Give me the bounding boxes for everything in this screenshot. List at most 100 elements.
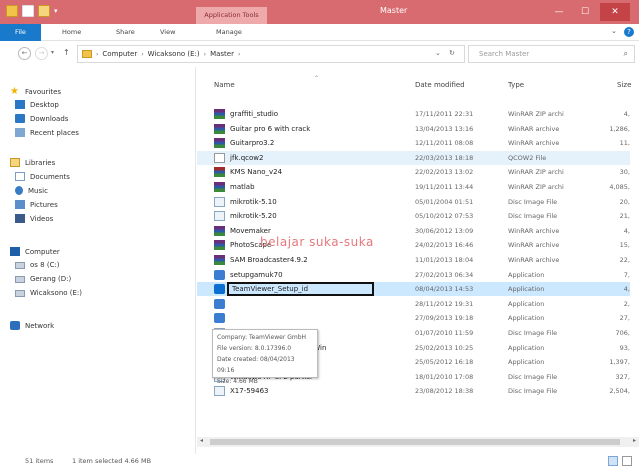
sidebar-item-drive-e[interactable]: Wicaksono (E:)	[15, 289, 82, 297]
tab-file[interactable]: File	[0, 24, 41, 41]
table-row[interactable]: matlab 19/11/2011 13:44 WinRAR ZIP archi 4,…	[197, 180, 630, 194]
iso-file-icon	[214, 211, 225, 222]
help-icon[interactable]: ?	[624, 27, 634, 37]
table-row[interactable]: mikrotik-5.10 05/01/2004 01:51 Disc Image …	[197, 195, 630, 209]
star-icon: ★	[10, 86, 19, 97]
file-size: 706,	[615, 329, 630, 337]
breadcrumb-separator-icon[interactable]: ›	[238, 51, 240, 58]
file-type: Application	[508, 285, 545, 294]
table-row[interactable]: setupgamuk70 27/02/2013 06:34 Application 7…	[197, 268, 630, 282]
maximize-button[interactable]: ☐	[574, 3, 596, 21]
breadcrumb-master[interactable]: Master	[210, 50, 234, 58]
refresh-icon[interactable]: ↻	[449, 49, 455, 57]
music-icon	[15, 186, 23, 195]
file-list: ⌃ Name Date modified Type Size graffiti_…	[197, 67, 639, 454]
breadcrumb-separator-icon[interactable]: ›	[141, 51, 143, 58]
file-date-modified: 25/02/2013 10:25	[415, 343, 474, 352]
file-date-modified: 08/04/2013 14:53	[415, 285, 474, 294]
expand-ribbon-chevron-icon[interactable]: ⌄	[611, 27, 617, 35]
tv-file-icon	[214, 284, 225, 295]
large-icons-view-icon[interactable]	[622, 456, 632, 466]
application-tools-tab-header: Application Tools	[196, 7, 267, 24]
details-view-icon[interactable]	[608, 456, 618, 466]
up-arrow-icon[interactable]: ↑	[63, 48, 70, 57]
tab-share[interactable]: Share	[116, 24, 135, 41]
tab-view[interactable]: View	[160, 24, 175, 41]
table-row[interactable]: 28/11/2012 19:31 Application 2,	[197, 297, 630, 311]
table-row[interactable]: Guitar pro 6 with crack 13/04/2013 13:16 W…	[197, 122, 630, 136]
file-name: Guitar pro 6 with crack	[230, 124, 311, 133]
sidebar-item-pictures[interactable]: Pictures	[15, 200, 58, 209]
breadcrumb-drive[interactable]: Wicaksono (E:)	[148, 50, 200, 58]
table-row[interactable]: jfk.qcow2 22/03/2013 18:18 QCOW2 File	[197, 150, 630, 165]
sidebar-item-favourites[interactable]: ★ Favourites	[10, 86, 61, 97]
close-button[interactable]: ✕	[600, 3, 630, 21]
file-type: Application	[508, 343, 545, 352]
breadcrumb-computer[interactable]: Computer	[102, 50, 137, 58]
sidebar-item-label: Documents	[30, 172, 70, 181]
watermark-text: belajar suka-suka	[260, 235, 374, 249]
tab-manage[interactable]: Manage	[216, 24, 242, 41]
file-type: Application	[508, 299, 545, 308]
breadcrumb-separator-icon[interactable]: ›	[96, 51, 98, 58]
address-history-chevron-icon[interactable]: ⌄	[435, 49, 441, 57]
new-folder-icon[interactable]	[38, 5, 50, 17]
folder-icon[interactable]	[6, 5, 18, 17]
sidebar-item-drive-c[interactable]: os 8 (C:)	[15, 261, 60, 269]
sidebar-item-drive-d[interactable]: Gerang (D:)	[15, 275, 71, 283]
table-row[interactable]: TeamViewer_Setup_id 08/04/2013 14:53 Appli…	[197, 282, 630, 297]
address-bar[interactable]: › Computer › Wicaksono (E:) › Master › ⌄…	[77, 45, 465, 63]
sidebar-item-desktop[interactable]: Desktop	[15, 100, 59, 109]
table-row[interactable]: mikrotik-5.20 05/10/2012 07:53 Disc Image …	[197, 209, 630, 223]
minimize-button[interactable]: —	[548, 3, 570, 21]
sidebar-item-network[interactable]: Network	[10, 321, 54, 330]
file-size: 4,	[623, 226, 630, 235]
forward-button[interactable]: →	[35, 47, 48, 60]
table-row[interactable]: 27/09/2013 19:18 Application 27,	[197, 311, 630, 325]
sidebar-item-label: Recent places	[30, 128, 79, 137]
properties-icon[interactable]	[22, 5, 34, 17]
libraries-icon	[10, 158, 20, 167]
horizontal-scrollbar[interactable]: ◂ ▸	[197, 437, 639, 447]
recent-locations-chevron-icon[interactable]: ▾	[51, 49, 54, 56]
file-type: Disc Image File	[508, 329, 558, 337]
file-date-modified: 23/08/2012 18:38	[415, 387, 474, 396]
back-button[interactable]: ←	[18, 47, 31, 60]
sidebar-item-computer[interactable]: Computer	[10, 247, 60, 256]
file-name: graffiti_studio	[230, 110, 279, 118]
file-size: 21,	[619, 212, 630, 221]
sidebar-item-label: Desktop	[30, 100, 59, 109]
sidebar-item-music[interactable]: Music	[15, 186, 48, 195]
search-input[interactable]: Search Master ⌕	[468, 45, 635, 63]
file-name: TeamViewer_Setup_id	[227, 282, 374, 297]
sidebar-item-label: Downloads	[30, 114, 69, 123]
column-header-date-modified[interactable]: Date modified	[415, 81, 465, 95]
customize-toolbar-chevron-icon[interactable]: ▾	[54, 7, 58, 15]
table-row[interactable]: Guitarpro3.2 12/11/2011 08:08 WinRAR archi…	[197, 136, 630, 150]
file-size: 11,	[619, 139, 630, 148]
tab-home[interactable]: Home	[62, 24, 81, 41]
table-row[interactable]: graffiti_studio 17/11/2011 22:31 WinRAR ZI…	[197, 107, 630, 121]
file-size: 1,397,	[609, 358, 630, 367]
column-header-type[interactable]: Type	[508, 81, 524, 95]
sidebar-item-videos[interactable]: Videos	[15, 214, 53, 223]
breadcrumb-separator-icon[interactable]: ›	[204, 51, 206, 58]
search-placeholder: Search Master	[479, 50, 530, 58]
scroll-left-arrow-icon[interactable]: ◂	[200, 437, 203, 444]
table-row[interactable]: KMS Nano_v24 22/02/2013 13:02 WinRAR ZIP a…	[197, 165, 630, 179]
file-type: Disc Image File	[508, 212, 558, 221]
scrollbar-thumb[interactable]	[210, 439, 620, 445]
scroll-right-arrow-icon[interactable]: ▸	[633, 437, 636, 444]
sidebar-item-recent-places[interactable]: Recent places	[15, 128, 79, 137]
qcow-file-icon	[214, 152, 225, 163]
file-type: Application	[508, 314, 545, 323]
sidebar-item-downloads[interactable]: Downloads	[15, 114, 68, 123]
table-row[interactable]: SAM Broadcaster4.9.2 11/01/2013 18:04 WinR…	[197, 253, 630, 267]
column-header-name[interactable]: Name	[214, 81, 235, 95]
column-header-size[interactable]: Size	[617, 81, 631, 95]
sidebar-item-documents[interactable]: Documents	[15, 172, 70, 181]
sidebar-item-libraries[interactable]: Libraries	[10, 158, 55, 167]
desktop-icon	[15, 100, 25, 109]
rar-file-icon	[214, 240, 225, 251]
file-type: WinRAR archive	[508, 256, 560, 264]
